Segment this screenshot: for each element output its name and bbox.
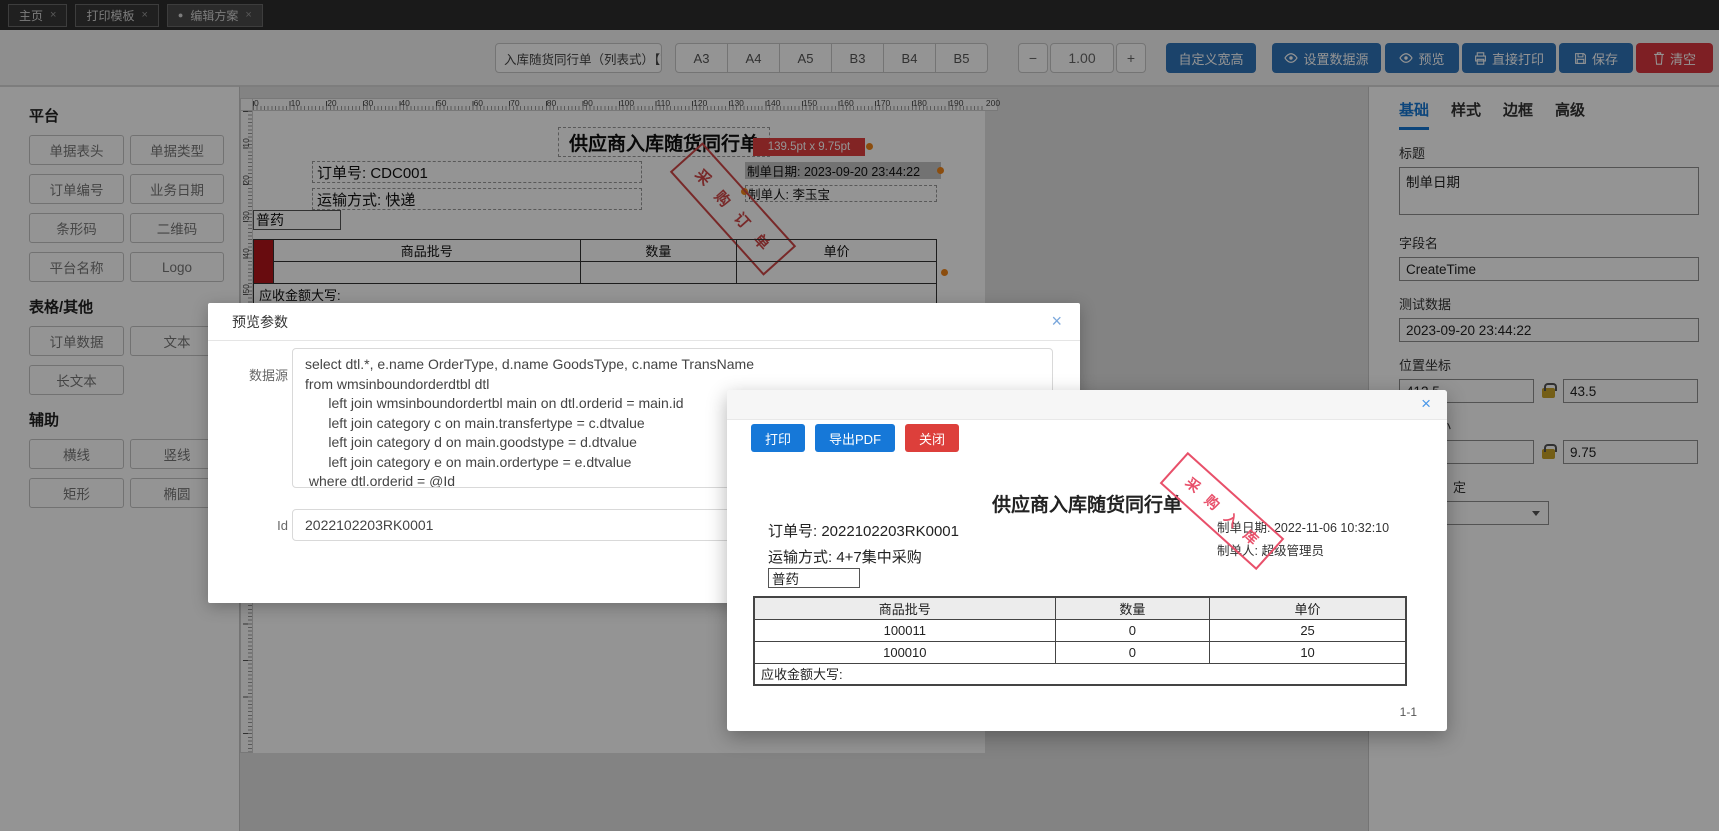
preview-transport: 运输方式: 4+7集中采购	[768, 549, 922, 566]
preview-drug-type: 普药	[768, 568, 860, 588]
close-icon[interactable]: ×	[1051, 312, 1062, 330]
page-indicator: 1-1	[1399, 705, 1417, 719]
close-icon[interactable]: ×	[1421, 395, 1431, 412]
table-cell: 100010	[753, 640, 1056, 664]
table-cell: 0	[1054, 640, 1211, 664]
table-header-cell: 单价	[1209, 596, 1407, 620]
table-cell: 25	[1209, 618, 1407, 642]
preview-doc-title: 供应商入库随货同行单	[991, 495, 1182, 516]
datasource-label: 数据源	[248, 368, 288, 383]
amount-row: 应收金额大写:	[753, 662, 1407, 686]
print-preview-dialog: × 打印 导出PDF 关闭 供应商入库随货同行单 订单号: 2022102203…	[727, 390, 1447, 731]
table-header-cell: 商品批号	[753, 596, 1056, 620]
table-cell: 0	[1054, 618, 1211, 642]
preview-order-no: 订单号: 2022102203RK0001	[768, 523, 959, 540]
table-row: 100010 0 10	[753, 640, 1407, 664]
preview-table: 商品批号 数量 单价 100011 0 25 100010 0 10 应收金额大写:	[753, 596, 1407, 686]
id-label: Id	[277, 518, 288, 533]
table-cell: 10	[1209, 640, 1407, 664]
table-cell: 100011	[753, 618, 1056, 642]
export-pdf-button[interactable]: 导出PDF	[815, 424, 896, 452]
table-header-cell: 数量	[1054, 596, 1211, 620]
print-button[interactable]: 打印	[751, 424, 806, 452]
close-button[interactable]: 关闭	[905, 424, 960, 452]
table-row: 100011 0 25	[753, 618, 1407, 642]
dialog-actions: 打印 导出PDF 关闭	[751, 424, 960, 452]
dialog-header	[727, 390, 1447, 420]
dialog-header: 预览参数	[208, 303, 1080, 341]
